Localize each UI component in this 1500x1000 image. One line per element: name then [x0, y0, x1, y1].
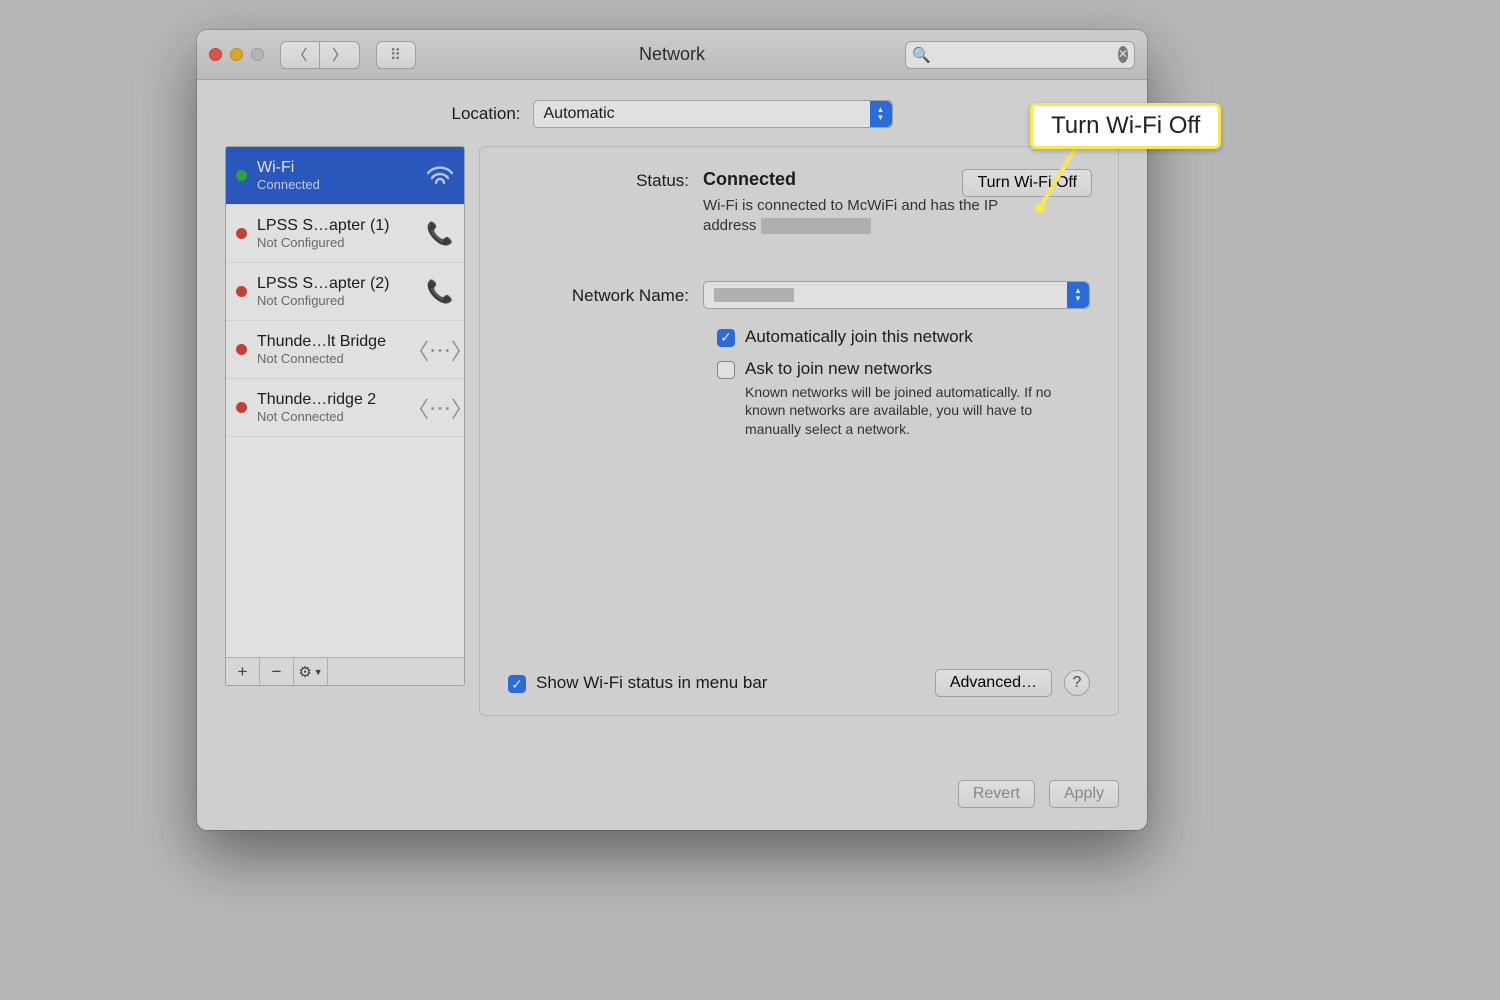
status-dot-icon [236, 402, 247, 413]
location-select[interactable]: Automatic ▲▼ [533, 100, 893, 128]
ask-to-join-checkbox[interactable] [717, 361, 735, 379]
search-icon: 🔍 [912, 46, 931, 64]
service-sidebar: Wi-Fi Connected LPSS S…apter (1) Not Con… [225, 146, 465, 686]
service-actions-button[interactable]: ⚙▼ [294, 658, 328, 685]
search-input[interactable] [937, 47, 1118, 63]
grid-icon: ⠿ [390, 46, 402, 64]
status-dot-icon [236, 344, 247, 355]
ask-to-join-help: Known networks will be joined automatica… [745, 383, 1075, 440]
network-name-redacted [714, 288, 794, 302]
help-button[interactable]: ? [1064, 670, 1090, 696]
location-label: Location: [452, 104, 521, 124]
ask-to-join-label: Ask to join new networks [745, 359, 1075, 379]
annotation-callout: Turn Wi-Fi Off [1030, 103, 1221, 149]
remove-service-button[interactable]: − [260, 658, 294, 685]
add-service-button[interactable]: + [226, 658, 260, 685]
clear-search-button[interactable]: ✕ [1118, 46, 1128, 63]
status-dot-icon [236, 228, 247, 239]
status-dot-icon [236, 170, 247, 181]
bridge-icon: 〈⋯〉 [424, 337, 456, 363]
service-item-wifi[interactable]: Wi-Fi Connected [226, 147, 464, 205]
show-in-menubar-label: Show Wi-Fi status in menu bar [536, 673, 767, 693]
chevron-right-icon: 〉 [332, 44, 347, 65]
nav-buttons: 〈 〉 [280, 41, 360, 69]
network-preferences-window: 〈 〉 ⠿ Network 🔍 ✕ Location: Automatic ▲▼ [197, 30, 1147, 830]
turn-wifi-off-button[interactable]: Turn Wi-Fi Off [962, 169, 1092, 197]
bridge-icon: 〈⋯〉 [424, 395, 456, 421]
service-item-lpss2[interactable]: LPSS S…apter (2) Not Configured 📞 [226, 263, 464, 321]
service-status: Not Configured [257, 293, 424, 308]
phone-icon: 📞 [424, 221, 456, 247]
service-name: Thunde…ridge 2 [257, 391, 424, 409]
phone-icon: 📞 [424, 279, 456, 305]
select-stepper-icon: ▲▼ [1067, 282, 1089, 308]
search-field[interactable]: 🔍 ✕ [905, 41, 1135, 69]
chevron-left-icon: 〈 [292, 44, 307, 65]
service-detail-panel: Turn Wi-Fi Off Status: Connected Wi-Fi i… [479, 146, 1119, 716]
show-in-menubar-checkbox[interactable]: ✓ [508, 675, 526, 693]
location-row: Location: Automatic ▲▼ [197, 80, 1147, 146]
service-item-tb-bridge[interactable]: Thunde…lt Bridge Not Connected 〈⋯〉 [226, 321, 464, 379]
forward-button[interactable]: 〉 [320, 41, 360, 69]
minimize-window-button[interactable] [230, 48, 243, 61]
service-name: LPSS S…apter (1) [257, 217, 424, 235]
titlebar: 〈 〉 ⠿ Network 🔍 ✕ [197, 30, 1147, 80]
service-status: Not Configured [257, 235, 424, 250]
network-name-label: Network Name: [508, 284, 703, 306]
auto-join-checkbox[interactable]: ✓ [717, 329, 735, 347]
revert-button[interactable]: Revert [958, 780, 1035, 808]
service-list: Wi-Fi Connected LPSS S…apter (1) Not Con… [226, 147, 464, 657]
sidebar-footer: + − ⚙▼ [226, 657, 464, 685]
zoom-window-button[interactable] [251, 48, 264, 61]
service-name: LPSS S…apter (2) [257, 275, 424, 293]
gear-icon: ⚙ [298, 663, 311, 681]
window-controls [209, 48, 264, 61]
select-stepper-icon: ▲▼ [870, 101, 892, 127]
service-item-lpss1[interactable]: LPSS S…apter (1) Not Configured 📞 [226, 205, 464, 263]
service-status: Not Connected [257, 351, 424, 366]
service-item-tb-bridge-2[interactable]: Thunde…ridge 2 Not Connected 〈⋯〉 [226, 379, 464, 437]
location-value: Automatic [544, 105, 615, 123]
service-name: Wi-Fi [257, 159, 424, 177]
status-dot-icon [236, 286, 247, 297]
back-button[interactable]: 〈 [280, 41, 320, 69]
close-window-button[interactable] [209, 48, 222, 61]
show-all-button[interactable]: ⠿ [376, 41, 416, 69]
service-name: Thunde…lt Bridge [257, 333, 424, 351]
status-description: Wi-Fi is connected to McWiFi and has the… [703, 196, 1043, 237]
advanced-button[interactable]: Advanced… [935, 669, 1052, 697]
ip-address-redacted [761, 218, 871, 234]
chevron-down-icon: ▼ [314, 667, 323, 677]
status-label: Status: [508, 169, 703, 191]
window-footer: Revert Apply [958, 780, 1119, 808]
auto-join-label: Automatically join this network [745, 327, 973, 347]
apply-button[interactable]: Apply [1049, 780, 1119, 808]
network-name-select[interactable]: ▲▼ [703, 281, 1090, 309]
annotation-text: Turn Wi-Fi Off [1051, 112, 1200, 139]
wifi-icon [424, 163, 456, 189]
service-status: Not Connected [257, 409, 424, 424]
service-status: Connected [257, 177, 424, 192]
